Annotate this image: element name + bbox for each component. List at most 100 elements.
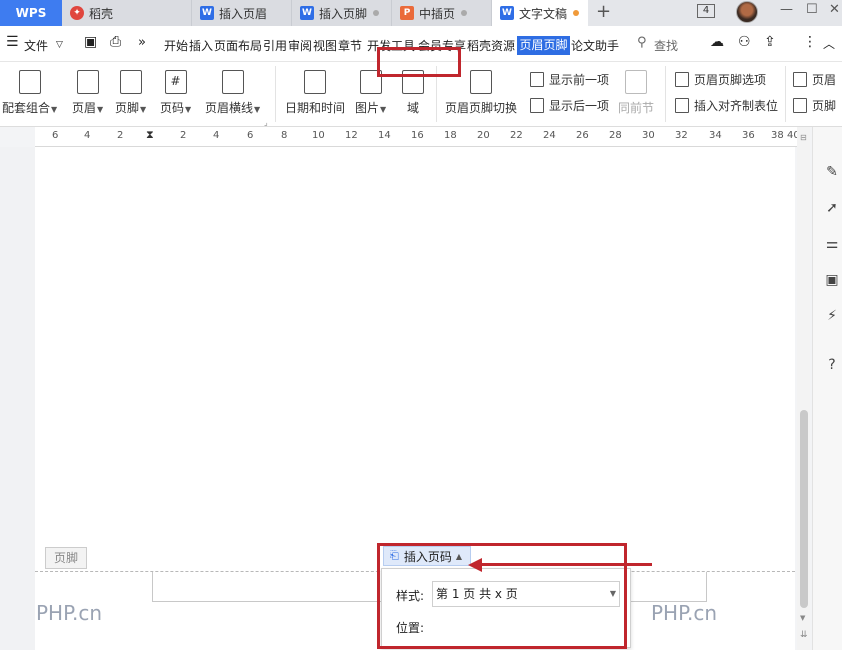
button-label: 页眉页脚选项	[694, 73, 767, 87]
search-input[interactable]: 查找	[654, 37, 678, 54]
menu-review[interactable]: 审阅	[288, 37, 312, 54]
tab-label: 文字文稿	[519, 6, 568, 21]
horizontal-ruler[interactable]: 6 4 2 ⧗ 2 4 6 8 10 12 14 16 18 20 22 24 …	[35, 127, 810, 147]
new-tab-button[interactable]: +	[596, 1, 611, 22]
chevron-down-icon[interactable]: ▽	[56, 40, 63, 50]
print-icon[interactable]: ⎙	[110, 34, 121, 50]
header-line-button[interactable]: 页眉横线▼	[205, 70, 260, 116]
button-label: 域	[406, 101, 419, 115]
ruler-tick: 4	[213, 130, 220, 141]
page-down-icon[interactable]: ⇊	[800, 630, 808, 640]
menu-file[interactable]: 文件	[24, 37, 48, 54]
ruler-tick: 36	[742, 130, 755, 141]
avatar[interactable]	[736, 1, 758, 23]
next-icon	[530, 98, 544, 113]
divider	[275, 66, 276, 122]
header-icon	[76, 70, 99, 94]
divider	[785, 66, 786, 122]
ruler-tick: 24	[543, 130, 556, 141]
save-icon[interactable]: ▣	[84, 34, 97, 50]
menu-home[interactable]: 开始	[164, 37, 188, 54]
divider	[665, 66, 666, 122]
more-options-icon[interactable]: ⋮	[803, 34, 817, 50]
unsaved-dot-icon	[573, 10, 580, 16]
window-count-badge[interactable]: 4	[697, 4, 715, 18]
ai-icon[interactable]: ⚡	[824, 308, 840, 324]
same-as-previous-button[interactable]: 同前节	[618, 70, 654, 116]
ruler-tick: 6	[247, 130, 254, 141]
tab-insert-footer[interactable]: W 插入页脚	[292, 0, 392, 26]
show-next-button[interactable]: 显示后一项	[530, 97, 609, 114]
tab-daoke[interactable]: ✦ 稻壳	[62, 0, 192, 26]
left-margin-area	[0, 147, 35, 650]
button-label: 配套组合	[2, 101, 51, 115]
menu-paper-assistant[interactable]: 论文助手	[571, 37, 619, 54]
maximize-icon[interactable]: ☐	[806, 2, 818, 17]
pen-icon[interactable]: ✎	[824, 164, 840, 180]
cloud-sync-icon[interactable]: ☁	[710, 34, 724, 50]
tab-mid-insert[interactable]: P 中插页	[392, 0, 492, 26]
ruler-tick: 22	[510, 130, 523, 141]
button-label: 日期和时间	[285, 101, 346, 115]
annotation-box-insert-page-number	[377, 543, 627, 649]
close-icon[interactable]: ✕	[829, 2, 840, 17]
tab-label: 插入页脚	[319, 6, 368, 21]
menu-page-layout[interactable]: 页面布局	[214, 37, 262, 54]
show-previous-button[interactable]: 显示前一项	[530, 71, 609, 88]
ruler-toggle-icon[interactable]: ⊟	[800, 133, 807, 142]
scroll-down-icon[interactable]: ▼	[800, 614, 805, 622]
ruler-tick: 18	[444, 130, 457, 141]
link-previous-icon	[625, 70, 647, 94]
match-combo-button[interactable]: 配套组合▼	[2, 70, 57, 116]
hamburger-icon[interactable]: ☰	[6, 34, 19, 50]
button-label: 同前节	[618, 101, 655, 115]
ruler-tick: 20	[477, 130, 490, 141]
page-number-icon: #	[164, 70, 187, 94]
ruler-tick: 2	[180, 130, 187, 141]
ruler-tick: 6	[52, 130, 59, 141]
tab-bar: WPS ✦ 稻壳 W 插入页眉 W 插入页脚 P 中插页 W 文字文稿 + 4 …	[0, 0, 842, 26]
tab-insert-header[interactable]: W 插入页眉	[192, 0, 292, 26]
unsaved-dot-icon	[461, 10, 468, 16]
tab-label: 插入页眉	[219, 6, 268, 21]
help-icon[interactable]: ?	[824, 357, 840, 373]
search-icon[interactable]: ⚲	[637, 35, 647, 50]
ruler-tick: 38	[771, 130, 784, 141]
indent-marker-icon[interactable]: ⧗	[146, 128, 154, 142]
button-label: 页眉横线	[205, 101, 254, 115]
button-label: 页眉	[72, 101, 97, 115]
align-tab-icon	[675, 98, 689, 113]
group-expand-icon[interactable]: ⌟	[264, 118, 268, 127]
image-tools-icon[interactable]: ▣	[824, 272, 840, 288]
menu-insert[interactable]: 插入	[189, 37, 213, 54]
share-icon[interactable]: ⇪	[764, 34, 776, 50]
minimize-icon[interactable]: —	[780, 2, 793, 17]
add-user-icon[interactable]: ⚇	[738, 34, 751, 50]
footer-button[interactable]: 页脚▼	[115, 70, 146, 116]
page-number-button[interactable]: # 页码▼	[160, 70, 191, 116]
switch-icon	[470, 70, 492, 94]
menu-section[interactable]: 章节	[338, 37, 362, 54]
menu-daoke-resources[interactable]: 稻壳资源	[467, 37, 515, 54]
writer-doc-icon: W	[500, 6, 514, 20]
wps-home-tab[interactable]: WPS	[0, 0, 62, 26]
insert-align-tab-button[interactable]: 插入对齐制表位	[675, 97, 778, 114]
header-footer-options-button[interactable]: 页眉页脚选项	[675, 71, 766, 88]
cursor-icon[interactable]: ➚	[824, 200, 840, 216]
footer-icon	[793, 98, 807, 113]
settings-sliders-icon[interactable]: ⚌	[824, 236, 840, 252]
footer-shortcut-button[interactable]: 页脚	[793, 97, 836, 114]
header-button[interactable]: 页眉▼	[72, 70, 103, 116]
ruler-tick: 8	[281, 130, 288, 141]
header-shortcut-button[interactable]: 页眉	[793, 71, 836, 88]
tab-writer-doc[interactable]: W 文字文稿	[492, 0, 588, 26]
collapse-ribbon-icon[interactable]: ︿	[823, 35, 835, 52]
date-time-button[interactable]: 日期和时间	[285, 70, 345, 116]
menu-view[interactable]: 视图	[313, 37, 337, 54]
menu-references[interactable]: 引用	[263, 37, 287, 54]
button-label: 插入对齐制表位	[694, 99, 779, 113]
more-icon[interactable]: »	[138, 35, 146, 50]
menu-header-footer[interactable]: 页眉页脚	[517, 36, 570, 55]
scrollbar-thumb[interactable]	[800, 410, 808, 608]
daoke-icon: ✦	[70, 6, 84, 20]
